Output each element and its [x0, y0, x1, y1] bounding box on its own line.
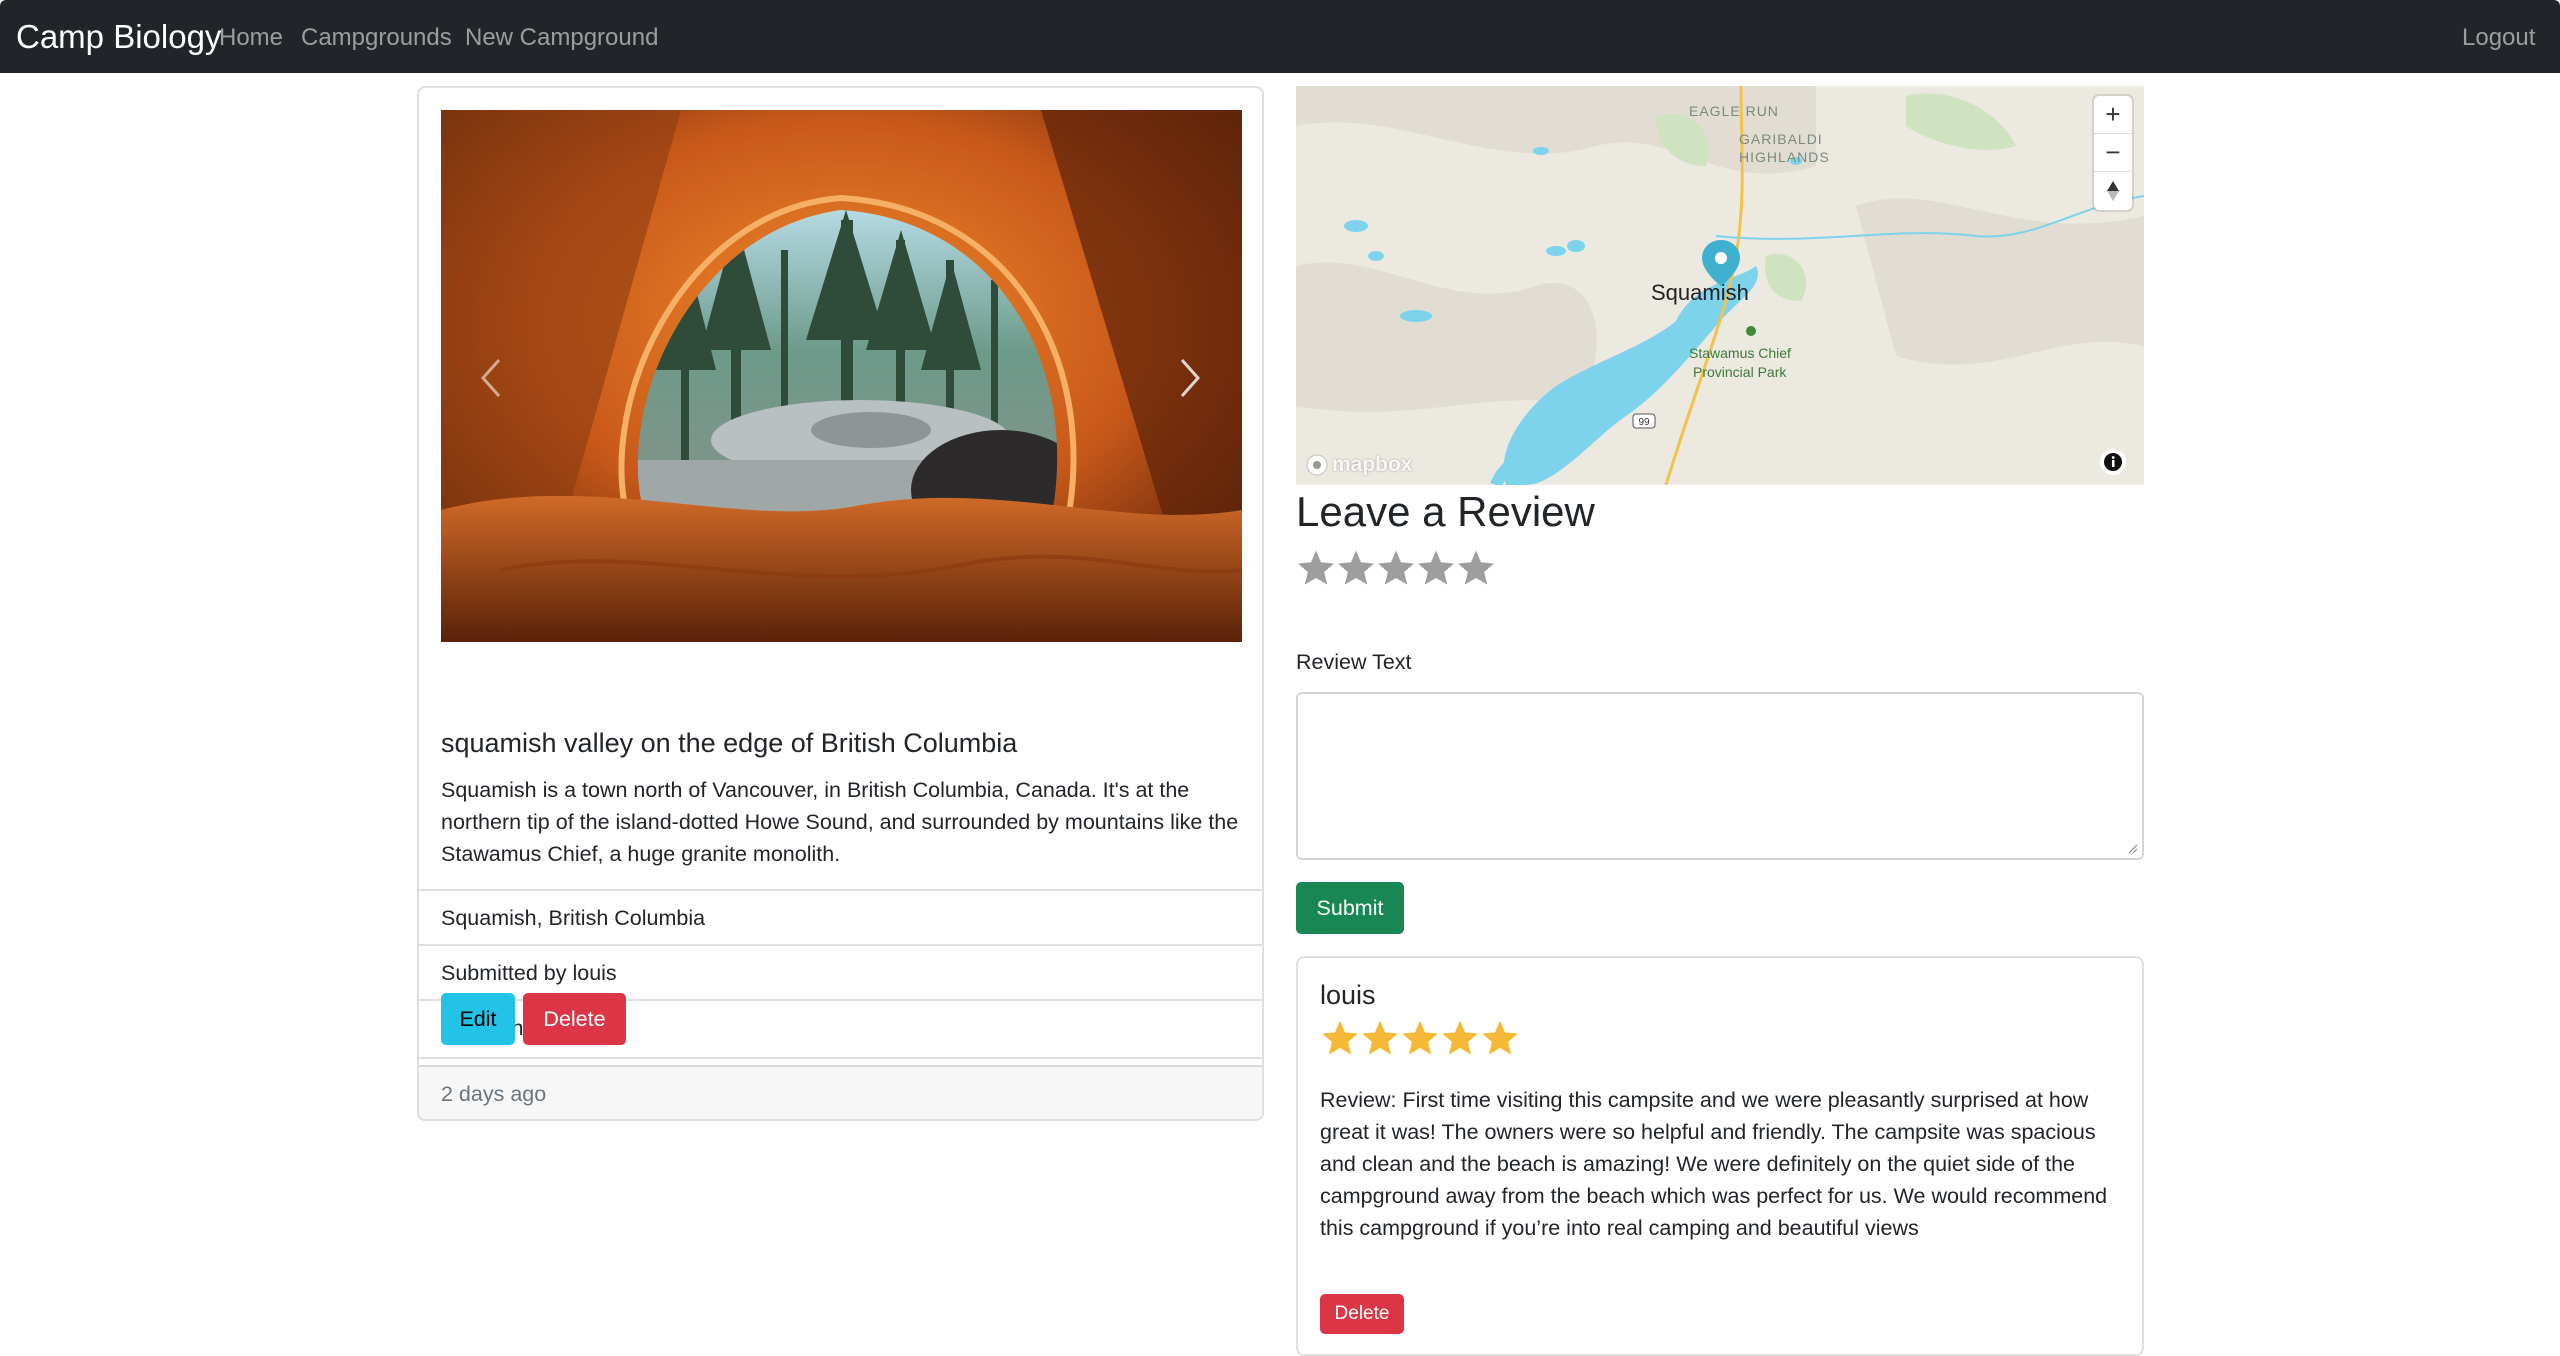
navbar: Camp Biology Home Campgrounds New Campgr…	[0, 0, 2560, 73]
mapbox-logo-icon	[1306, 454, 1328, 476]
star-filled-icon	[1362, 1020, 1398, 1055]
map-label-eagle-run: EAGLE RUN	[1689, 103, 1779, 119]
star-filled-icon	[1482, 1020, 1518, 1055]
star-icon[interactable]	[1456, 548, 1496, 588]
tent-view-photo	[441, 110, 1242, 642]
map-label-park-line2: Provincial Park	[1693, 364, 1787, 380]
logout-link[interactable]: Logout	[2462, 0, 2535, 76]
map-controls: + −	[2094, 96, 2132, 210]
carousel-prev-button[interactable]	[461, 338, 521, 418]
review-rating	[1320, 1018, 1520, 1058]
brand-link[interactable]: Camp Biology	[16, 0, 221, 73]
nav-link-home[interactable]: Home	[219, 0, 283, 76]
submit-review-button[interactable]: Submit	[1296, 882, 1404, 934]
star-icon[interactable]	[1376, 548, 1416, 588]
star-filled-icon	[1322, 1020, 1358, 1055]
review-author: louis	[1320, 980, 1376, 1010]
campground-card: squamish valley on the edge of British C…	[417, 86, 1264, 1121]
actions-divider	[419, 1057, 1262, 1059]
leave-review-heading: Leave a Review	[1296, 488, 1595, 535]
mapbox-logo: mapbox	[1306, 453, 1413, 477]
campground-map[interactable]: 99 EAGLE RUN GARIBALDI HIGHLANDS Squamis…	[1296, 86, 2144, 485]
map-label-garibaldi: GARIBALDI	[1739, 131, 1823, 147]
map-canvas: 99 EAGLE RUN GARIBALDI HIGHLANDS Squamis…	[1296, 86, 2144, 485]
edit-button[interactable]: Edit	[441, 993, 515, 1045]
star-icon[interactable]	[1296, 548, 1336, 588]
highway-shield: 99	[1638, 417, 1650, 428]
delete-campground-button[interactable]: Delete	[523, 993, 626, 1045]
nav-link-campgrounds[interactable]: Campgrounds	[301, 0, 452, 76]
image-carousel	[441, 110, 1242, 642]
map-label-highlands: HIGHLANDS	[1739, 149, 1830, 165]
star-rating-input[interactable]	[1296, 548, 1496, 588]
star-icon[interactable]	[1336, 548, 1376, 588]
map-label-squamish: Squamish	[1651, 280, 1749, 305]
nav-link-new-campground[interactable]: New Campground	[465, 0, 658, 76]
info-icon	[2104, 453, 2122, 471]
compass-button[interactable]	[2094, 172, 2132, 210]
resize-handle-icon[interactable]	[2126, 842, 2138, 854]
zoom-in-button[interactable]: +	[2094, 96, 2132, 134]
map-label-park-line1: Stawamus Chief	[1689, 345, 1791, 361]
star-filled-icon	[1442, 1020, 1478, 1055]
carousel-next-button[interactable]	[1160, 338, 1220, 418]
review-text: Review: First time visiting this campsit…	[1320, 1088, 2108, 1240]
campground-description: Squamish is a town north of Vancouver, i…	[441, 778, 1239, 866]
posted-time: 2 days ago	[419, 1065, 1262, 1119]
chevron-left-icon	[480, 359, 501, 397]
zoom-out-button[interactable]: −	[2094, 134, 2132, 172]
campground-location: Squamish, British Columbia	[419, 889, 1262, 945]
campground-submitted-by: Submitted by louis	[419, 944, 1262, 1000]
review-text-input[interactable]	[1296, 692, 2144, 860]
star-icon[interactable]	[1416, 548, 1456, 588]
compass-icon	[2107, 181, 2119, 201]
review-card: louis Review: First time visiting this c…	[1296, 956, 2144, 1356]
chevron-right-icon	[1180, 359, 1201, 397]
delete-review-button[interactable]: Delete	[1320, 1294, 1404, 1334]
review-text-label: Review Text	[1296, 650, 1412, 674]
star-filled-icon	[1402, 1020, 1438, 1055]
campground-title: squamish valley on the edge of British C…	[441, 728, 1018, 758]
map-info-button[interactable]	[2100, 449, 2126, 475]
mapbox-wordmark: mapbox	[1332, 453, 1413, 476]
